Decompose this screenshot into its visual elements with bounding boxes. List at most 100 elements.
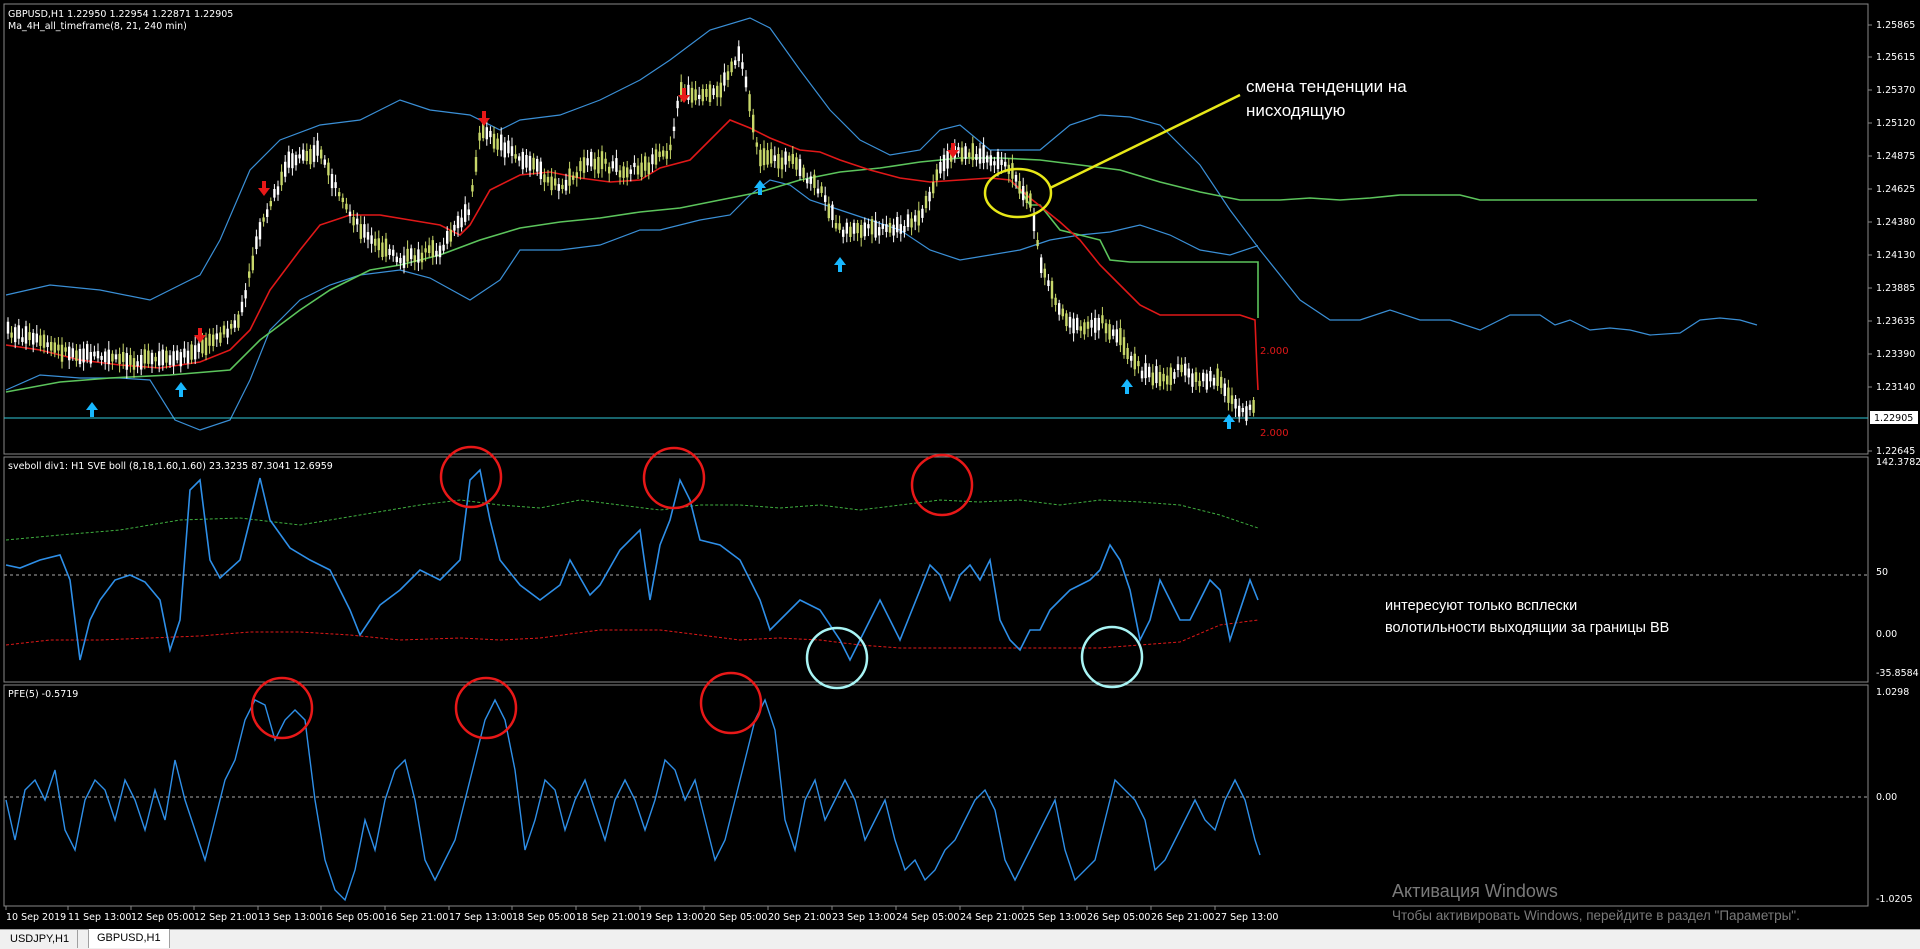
candle-body: [424, 248, 427, 253]
candle-body: [971, 143, 974, 161]
time-label: 10 Sep 2019: [6, 912, 66, 923]
candle-body: [654, 149, 658, 165]
candle-body: [312, 145, 316, 162]
candle-body: [539, 161, 542, 180]
chart-canvas[interactable]: смена тенденции на нисходящую 2.000 2.00…: [0, 0, 1920, 929]
candle-body: [352, 217, 355, 226]
candle-body: [255, 236, 258, 250]
candle-body: [172, 351, 175, 366]
candle-body: [71, 348, 74, 358]
sveboll-scale-label: 142.3782: [1876, 457, 1920, 468]
pfe-scale-label: 0.00: [1876, 792, 1897, 803]
candle-body: [773, 155, 776, 161]
candle-body: [611, 161, 614, 169]
candle-body: [471, 185, 474, 192]
candle-body: [647, 162, 650, 175]
candle-body: [266, 209, 269, 217]
candle-body: [838, 223, 841, 230]
candle-body: [744, 76, 748, 88]
sveboll-title: sveboll div1: H1 SVE boll (8,18,1.60,1.6…: [8, 461, 333, 472]
candle-body: [201, 339, 204, 354]
candle-body: [68, 346, 71, 361]
candle-body: [431, 240, 434, 258]
candle-body: [183, 348, 186, 358]
time-label: 12 Sep 21:00: [194, 912, 257, 923]
candle-body: [186, 350, 190, 364]
candle-body: [755, 142, 758, 147]
candle-body: [604, 158, 607, 164]
candle-body: [161, 349, 164, 366]
candle-body: [582, 157, 586, 173]
candle-body: [1252, 400, 1255, 413]
candle-body: [586, 158, 589, 166]
candle-body: [572, 175, 575, 180]
candle-body: [1194, 372, 1198, 382]
time-label: 16 Sep 05:00: [321, 912, 384, 923]
candle-body: [748, 94, 751, 112]
candle-body: [1094, 317, 1097, 333]
candle-body: [474, 157, 478, 172]
trend-change-ellipse: [983, 167, 1053, 219]
candle-body: [114, 354, 118, 360]
candle-body: [1083, 322, 1086, 335]
candle-body: [345, 203, 348, 210]
candle-body: [842, 229, 845, 237]
tab-usdjpy-h1[interactable]: USDJPY,H1: [2, 930, 79, 948]
candle-body: [820, 186, 823, 193]
candle-body: [1061, 308, 1064, 317]
candle-body: [629, 169, 632, 174]
candle-body: [489, 130, 492, 138]
sveboll-upper-band: [5, 499, 1259, 541]
candle-body: [24, 326, 28, 344]
candle-body: [780, 157, 784, 170]
candle-body: [518, 156, 521, 161]
candle-body: [449, 229, 452, 242]
time-label: 25 Sep 13:00: [1023, 912, 1086, 923]
bollinger-lower-band: [5, 179, 1258, 431]
arrow-down-icon: [194, 328, 206, 343]
candle-body: [816, 188, 820, 194]
time-label: 24 Sep 05:00: [896, 912, 959, 923]
candle-body: [1173, 372, 1176, 379]
candle-body: [208, 333, 211, 346]
candle-body: [21, 337, 24, 342]
price-label: 1.25865: [1876, 20, 1915, 31]
candle-body: [932, 182, 935, 194]
time-label: 16 Sep 21:00: [385, 912, 448, 923]
candle-body: [1202, 372, 1205, 382]
candle-body: [147, 350, 150, 364]
pfe-scale: 1.0298 0.00 -1.0205: [1876, 687, 1913, 905]
candle-body: [1130, 355, 1133, 361]
candle-body: [1112, 329, 1115, 336]
candle-body: [334, 182, 337, 189]
line-mark-upper: 2.000: [1260, 346, 1289, 357]
candle-body: [910, 218, 913, 228]
candle-body: [222, 325, 226, 335]
candle-body: [377, 238, 380, 251]
candle-body: [921, 208, 924, 218]
candle-body: [939, 162, 942, 174]
candle-body: [1090, 319, 1093, 328]
candle-body: [417, 249, 420, 263]
candle-body: [719, 82, 722, 98]
candle-body: [543, 174, 546, 183]
main-indicator-label: Ma_4H_all_timeframe(8, 21, 240 min): [8, 21, 187, 32]
price-label: 1.25370: [1876, 85, 1915, 96]
candle-body: [1176, 364, 1180, 370]
candle-body: [676, 100, 679, 109]
candle-body: [435, 250, 438, 257]
candle-body: [672, 126, 676, 131]
price-label: 1.23885: [1876, 283, 1915, 294]
candle-body: [338, 192, 341, 197]
candle-body: [798, 159, 802, 176]
candle-body: [914, 215, 917, 222]
candle-body: [500, 134, 503, 151]
price-label: 1.24875: [1876, 151, 1915, 162]
candle-body: [608, 166, 611, 174]
candle-body: [705, 89, 708, 97]
candle-body: [57, 344, 60, 351]
time-label: 11 Sep 13:00: [68, 912, 131, 923]
tab-gbpusd-h1[interactable]: GBPUSD,H1: [88, 929, 170, 948]
candle-body: [946, 150, 949, 169]
candle-body: [485, 127, 488, 140]
